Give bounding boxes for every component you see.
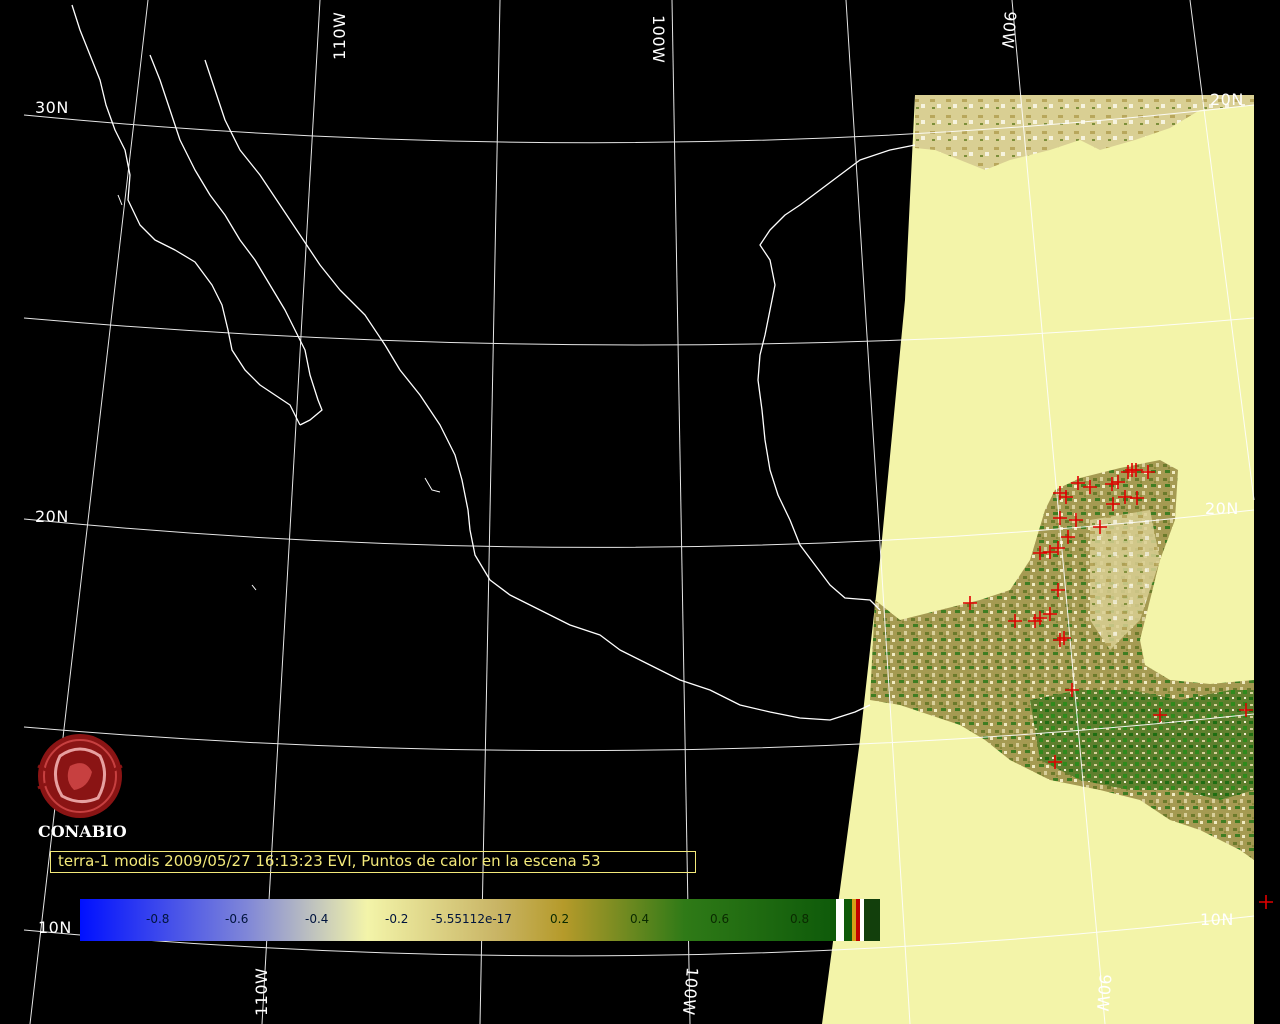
colorbar-end-red xyxy=(856,899,860,941)
lat-label-10n: 10N xyxy=(38,918,72,937)
colorbar-end-yellow xyxy=(852,899,856,941)
coastline xyxy=(71,4,916,721)
colorbar-tick: -0.4 xyxy=(305,912,329,926)
lon-label-110w-bottom: 110W xyxy=(252,967,271,1016)
lon-label-110w-top: 110W xyxy=(330,11,349,60)
conabio-logo-icon xyxy=(37,734,123,818)
scene-caption: terra-1 modis 2009/05/27 16:13:23 EVI, P… xyxy=(58,852,601,870)
colorbar-end-white xyxy=(836,899,844,941)
lat-label-20n: 20N xyxy=(35,507,69,526)
hotspot-cross-icon xyxy=(1259,895,1273,909)
islands xyxy=(117,194,441,591)
lat-label-30n-right-top: 20N xyxy=(1210,90,1244,109)
lon-label-90w-bottom: 90W xyxy=(1092,973,1115,1013)
lat-label-10n-right: 10N xyxy=(1200,910,1234,929)
colorbar-tick: 0.2 xyxy=(550,912,570,926)
lon-label-90w-top: 90W xyxy=(997,10,1020,50)
colorbar-tick: -5.55112e-17 xyxy=(431,912,512,926)
colorbar-end-darkgreen xyxy=(864,899,880,941)
lon-label-100w-top: 100W xyxy=(649,15,668,64)
logo-name: CONABIO xyxy=(38,822,127,841)
colorbar-end-green xyxy=(844,899,852,941)
colorbar-tick: -0.2 xyxy=(385,912,409,926)
colorbar-tick: 0.6 xyxy=(710,912,730,926)
colorbar-tick: 0.4 xyxy=(630,912,650,926)
colorbar-tick: -0.8 xyxy=(146,912,170,926)
colorbar-tick: 0.8 xyxy=(790,912,810,926)
colorbar-tick: -0.6 xyxy=(225,912,249,926)
colorbar-end-white2 xyxy=(860,899,864,941)
lat-label-30n-right: 20N xyxy=(1205,499,1239,518)
lat-label-30n: 30N xyxy=(35,98,69,117)
